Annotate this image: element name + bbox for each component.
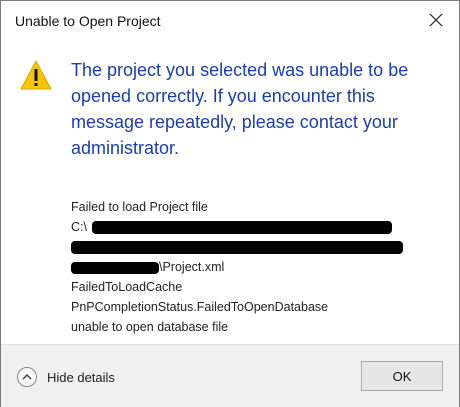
- chevron-up-icon: [22, 374, 32, 380]
- details-redacted-line: [71, 237, 441, 257]
- close-button[interactable]: [413, 1, 459, 39]
- path-suffix: \Project.xml: [159, 260, 225, 274]
- error-dialog: Unable to Open Project The project you s…: [0, 0, 460, 407]
- title-bar: Unable to Open Project: [1, 1, 459, 39]
- details-text: Failed to load Project file C:\ \Project…: [71, 197, 441, 337]
- close-icon: [429, 13, 443, 27]
- dialog-title: Unable to Open Project: [15, 13, 161, 29]
- path-prefix: C:\: [71, 220, 87, 234]
- toggle-circle: [17, 367, 37, 387]
- details-line: unable to open database file: [71, 320, 229, 334]
- details-path-line: C:\: [71, 217, 441, 237]
- warning-icon: [20, 60, 52, 90]
- details-line: FailedToLoadCache: [71, 280, 183, 294]
- details-line: Failed to load Project file: [71, 200, 208, 214]
- redaction-mark: [92, 221, 393, 235]
- ok-button[interactable]: OK: [361, 361, 443, 391]
- dialog-footer: Hide details OK: [1, 344, 459, 407]
- hide-details-label: Hide details: [47, 369, 115, 385]
- redaction-mark: [71, 241, 403, 255]
- redaction-mark: [71, 261, 159, 274]
- details-line: PnPCompletionStatus.FailedToOpenDatabase: [71, 300, 329, 314]
- hide-details-toggle[interactable]: Hide details: [17, 366, 115, 388]
- details-path-line: \Project.xml: [71, 257, 441, 277]
- main-instruction: The project you selected was unable to b…: [71, 60, 409, 158]
